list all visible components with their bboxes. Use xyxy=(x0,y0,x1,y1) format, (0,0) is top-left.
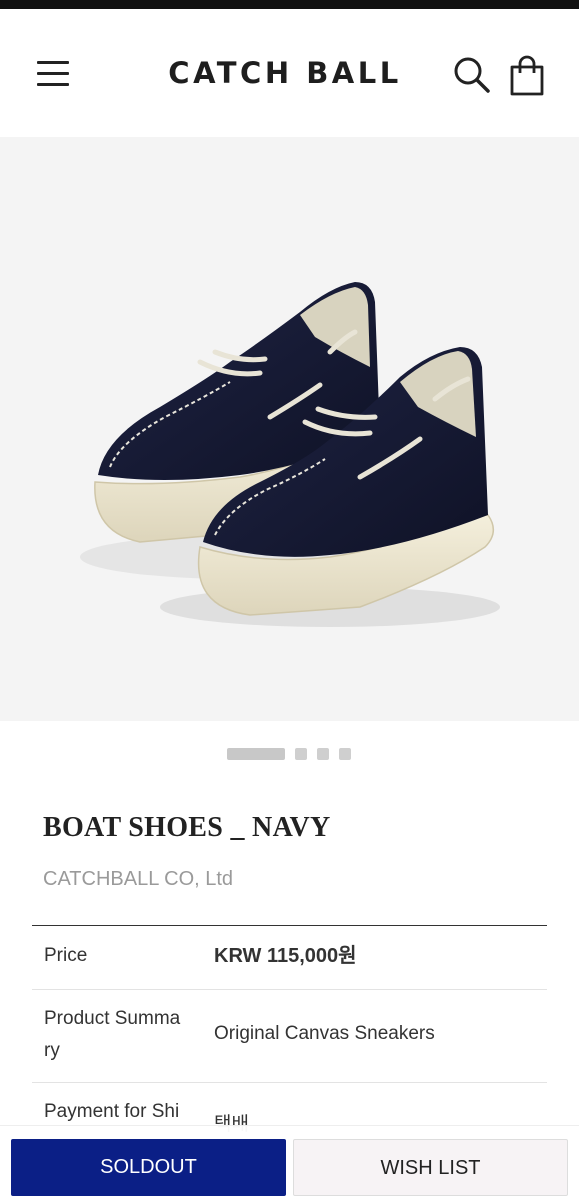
status-bar xyxy=(0,0,579,9)
search-icon xyxy=(454,57,490,93)
product-title: BOAT SHOES _ NAVY xyxy=(43,812,331,843)
cart-button[interactable] xyxy=(505,53,549,97)
info-row-price: Price KRW 115,000원 xyxy=(32,926,547,990)
wishlist-button[interactable]: WISH LIST xyxy=(293,1139,568,1196)
soldout-button[interactable]: SOLDOUT xyxy=(11,1139,286,1196)
info-key: Product Summa ry xyxy=(44,1008,181,1061)
bottom-action-bar: SOLDOUT WISH LIST xyxy=(0,1125,579,1200)
product-brand[interactable]: CATCHBALL CO, Ltd xyxy=(43,868,233,891)
info-row-summary: Product Summa ry Original Canvas Sneakers xyxy=(32,990,547,1083)
gallery-dot[interactable] xyxy=(339,748,351,760)
gallery-dot[interactable] xyxy=(317,748,329,760)
shopping-bag-icon xyxy=(510,55,544,96)
info-key: Payment for Shi xyxy=(44,1101,180,1122)
summary-value: Original Canvas Sneakers xyxy=(214,1023,435,1044)
search-button[interactable] xyxy=(450,53,494,97)
info-key: Price xyxy=(44,945,88,966)
product-image[interactable] xyxy=(0,137,579,721)
gallery-pagination xyxy=(0,748,579,762)
hamburger-menu-icon xyxy=(37,61,69,64)
product-info-table: Price KRW 115,000원 Product Summa ry Origi… xyxy=(32,925,547,1143)
price-value: KRW 115,000원 xyxy=(214,945,357,967)
site-logo[interactable]: CATCH BALL xyxy=(150,51,420,95)
product-photo-boat-shoes xyxy=(80,282,500,627)
menu-button[interactable] xyxy=(30,53,76,93)
gallery-dot-active[interactable] xyxy=(227,748,285,760)
site-header: CATCH BALL xyxy=(0,9,579,137)
gallery-dot[interactable] xyxy=(295,748,307,760)
